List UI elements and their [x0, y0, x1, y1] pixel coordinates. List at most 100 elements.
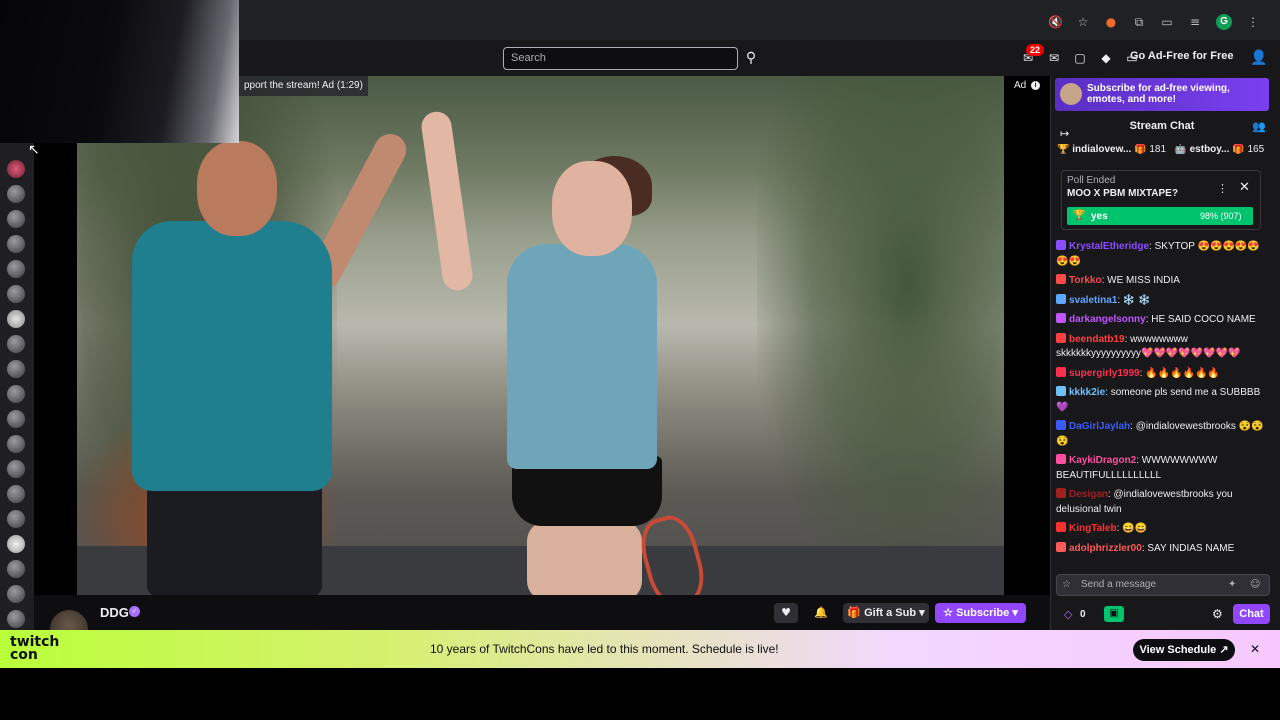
chat-username[interactable]: svaletina1: [1069, 295, 1117, 306]
sidebar-channel-avatar[interactable]: [7, 435, 25, 453]
video-man-head: [197, 141, 277, 236]
subscribe-button[interactable]: ☆ Subscribe ▾: [935, 603, 1026, 623]
chat-message-list: KrystalEtheridge: SKYTOP 😍😍😍😍😍😍😍 Torkko: …: [1056, 240, 1266, 565]
go-adfree-button[interactable]: Go Ad-Free for Free: [1130, 50, 1234, 62]
split-screen-icon[interactable]: ▭: [1160, 15, 1174, 29]
more-options-icon[interactable]: ⋮: [1217, 182, 1228, 195]
chat-title: Stream Chat: [1129, 120, 1195, 132]
reading-list-icon[interactable]: ≡: [1188, 15, 1202, 29]
gift-sub-button[interactable]: 🎁 Gift a Sub ▾: [843, 603, 929, 623]
sidebar-channel-avatar[interactable]: [7, 235, 25, 253]
gift-icon[interactable]: ▣: [1104, 606, 1124, 622]
sidebar-channel-avatar[interactable]: [7, 460, 25, 478]
sidebar-channel-avatar[interactable]: [7, 610, 25, 628]
video-player[interactable]: [77, 76, 1004, 595]
mouse-cursor-icon: ↖: [28, 142, 40, 158]
sidebar-channel-avatar[interactable]: [7, 585, 25, 603]
ad-info-icon[interactable]: i: [1031, 81, 1040, 90]
chat-badge-icon[interactable]: [1056, 454, 1066, 464]
leaderboard-entry[interactable]: 🤖 estboy... 🎁 165: [1174, 144, 1264, 155]
chat-badge-icon[interactable]: [1056, 386, 1066, 396]
sidebar-channel-avatar[interactable]: [7, 260, 25, 278]
browser-menu-icon[interactable]: ⋮: [1246, 15, 1260, 29]
chat-username[interactable]: KrystalEtheridge: [1069, 241, 1149, 252]
emote-picker-icon[interactable]: ☺: [1250, 579, 1260, 590]
chat-badge-icon[interactable]: [1056, 293, 1066, 304]
sidebar-channel-avatar[interactable]: [7, 385, 25, 403]
sidebar-channel-avatar[interactable]: [7, 535, 25, 553]
search-input[interactable]: Search: [503, 47, 738, 70]
chat-message: KaykiDragon2: WWWWWWWW BEAUTIFULLLLLLLLL…: [1056, 454, 1266, 483]
sidebar-channel-avatar[interactable]: [7, 310, 25, 328]
chat-identity-icon[interactable]: ☆: [1062, 579, 1071, 590]
chat-username[interactable]: darkangelsonny: [1069, 314, 1146, 325]
chat-badge-icon[interactable]: [1056, 240, 1066, 250]
video-trees-right: [757, 76, 1004, 595]
chat-message-text: : WE MISS INDIA: [1101, 275, 1180, 286]
search-icon[interactable]: ⚲: [740, 47, 762, 70]
gear-icon[interactable]: ⚙: [1212, 607, 1223, 621]
video-man-legs: [147, 476, 322, 595]
view-schedule-button[interactable]: View Schedule ↗: [1133, 639, 1235, 661]
promo-text: Subscribe for ad-free viewing, emotes, a…: [1087, 83, 1230, 105]
chat-badge-icon[interactable]: [1056, 274, 1066, 284]
chat-badge-icon[interactable]: [1056, 541, 1066, 552]
whispers-icon[interactable]: ✉: [1046, 50, 1062, 66]
video-woman-legs: [527, 521, 642, 595]
chat-badge-icon[interactable]: [1056, 420, 1066, 430]
promo-avatar: [1060, 83, 1082, 105]
chat-input[interactable]: Send a message: [1056, 574, 1270, 596]
chat-message-text: : HE SAID COCO NAME: [1145, 314, 1256, 325]
extension-brave-icon[interactable]: ●: [1104, 15, 1118, 29]
chat-message-text: : 😄😄: [1116, 523, 1148, 534]
chat-badge-icon[interactable]: [1056, 313, 1066, 323]
star-icon[interactable]: ☆: [1076, 15, 1090, 29]
chat-username[interactable]: KaykiDragon2: [1069, 455, 1136, 466]
video-woman-arm: [419, 109, 475, 293]
chat-username[interactable]: Desigan: [1069, 489, 1108, 500]
sidebar-channel-avatar[interactable]: [7, 160, 25, 178]
chat-badge-icon[interactable]: [1056, 488, 1066, 498]
close-icon[interactable]: ✕: [1250, 642, 1260, 656]
chat-username[interactable]: Torkko: [1069, 275, 1102, 286]
twitchcon-logo: twitch con: [10, 634, 60, 663]
close-icon[interactable]: ✕: [1239, 180, 1250, 195]
mute-tab-icon[interactable]: 🔇: [1048, 15, 1063, 29]
community-users-icon[interactable]: 👥: [1252, 120, 1266, 133]
video-woman-head: [552, 161, 632, 256]
notification-bell-icon[interactable]: 🔔: [810, 603, 832, 623]
sidebar-channel-avatar[interactable]: [7, 360, 25, 378]
channel-name[interactable]: DDG: [100, 605, 129, 620]
poll-status: Poll Ended: [1067, 175, 1116, 186]
user-menu-icon[interactable]: 👤: [1250, 49, 1268, 67]
chat-username[interactable]: KingTaleb: [1069, 523, 1117, 534]
chat-badge-icon[interactable]: [1056, 522, 1066, 532]
chat-badge-icon[interactable]: [1056, 332, 1066, 343]
chat-message: svaletina1: ❄️ ❄️: [1056, 293, 1266, 309]
sidebar-channel-avatar[interactable]: [7, 410, 25, 428]
sidebar-channel-avatar[interactable]: [7, 210, 25, 228]
sidebar-channel-avatar[interactable]: [7, 560, 25, 578]
chat-username[interactable]: DaGirlJaylah: [1069, 421, 1130, 432]
channel-points-icon[interactable]: ◇: [1064, 608, 1072, 621]
chat-username[interactable]: beendatb19: [1069, 334, 1125, 345]
notifications-icon[interactable]: ▢: [1072, 50, 1088, 66]
sidebar-channel-avatar[interactable]: [7, 335, 25, 353]
chat-message: beendatb19: wwwwwwww skkkkkkyyyyyyyyyy💖💖…: [1056, 332, 1266, 362]
chat-username[interactable]: supergirly1999: [1069, 368, 1140, 379]
sidebar-channel-avatar[interactable]: [7, 485, 25, 503]
chat-username[interactable]: adolphrizzler00: [1069, 543, 1142, 554]
puzzle-icon[interactable]: ⧉: [1132, 15, 1146, 29]
profile-avatar[interactable]: G: [1216, 14, 1232, 30]
chat-send-button[interactable]: Chat: [1233, 604, 1270, 624]
sidebar-channel-avatar[interactable]: [7, 285, 25, 303]
sidebar-channel-avatar[interactable]: [7, 185, 25, 203]
follow-heart-button[interactable]: ♥: [774, 603, 798, 623]
crown-icon[interactable]: ◆: [1098, 50, 1114, 66]
leaderboard-entry[interactable]: 🏆 indialovew... 🎁 181: [1057, 144, 1166, 155]
ad-label: Ad: [1014, 80, 1027, 91]
bits-icon[interactable]: ✦: [1228, 579, 1236, 590]
chat-username[interactable]: kkkk2ie: [1069, 387, 1105, 398]
sidebar-channel-avatar[interactable]: [7, 510, 25, 528]
chat-badge-icon[interactable]: [1056, 366, 1066, 377]
